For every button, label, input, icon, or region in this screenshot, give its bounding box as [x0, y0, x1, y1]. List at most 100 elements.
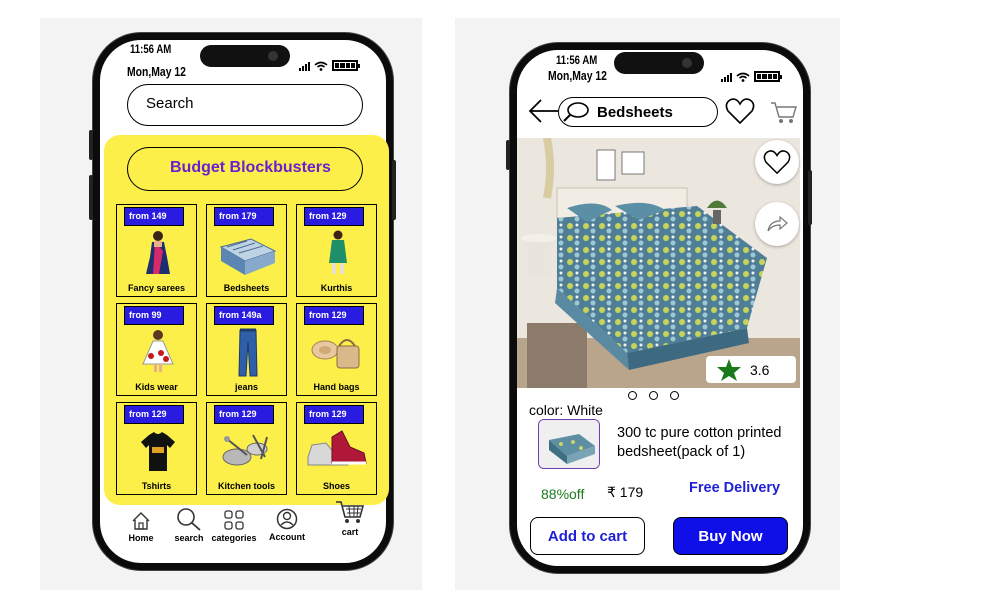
category-label: Kitchen tools [217, 481, 275, 491]
add-to-cart-button[interactable]: Add to cart [530, 517, 645, 555]
status-time: 11:56 AM [130, 42, 172, 56]
color-label: color: White [529, 402, 603, 418]
price-tag: from 99 [124, 306, 184, 325]
search-icon [563, 100, 593, 129]
nav-label: Home [128, 533, 154, 543]
heart-icon [763, 150, 791, 175]
battery-icon [332, 60, 360, 71]
wifi-icon [314, 61, 328, 71]
kitchen-tools-icon [217, 427, 277, 473]
status-time: 11:56 AM [556, 53, 598, 67]
section-title-pill: Budget Blockbusters [127, 147, 363, 191]
product-price: ₹ 179 [607, 484, 644, 500]
price-tag: from 179 [214, 207, 274, 226]
category-label: Fancy sarees [127, 283, 186, 293]
phone-side-button [89, 130, 93, 160]
categories-icon [209, 507, 259, 531]
category-tile-tshirts[interactable]: from 129 Tshirts [116, 402, 197, 495]
signal-icon [299, 62, 310, 71]
phone-side-button [506, 140, 510, 170]
wishlist-button[interactable] [755, 140, 799, 184]
jeans-icon [227, 328, 269, 377]
nav-label: Account [269, 532, 305, 542]
phone-side-button [392, 160, 396, 220]
category-tile-jeans[interactable]: from 149a jeans [206, 303, 287, 396]
cart-icon[interactable] [770, 100, 798, 129]
star-icon [717, 358, 741, 381]
section-title: Budget Blockbusters [170, 159, 331, 176]
price-tag: from 129 [214, 405, 274, 424]
product-search-input[interactable]: Bedsheets [558, 97, 718, 127]
search-icon [164, 507, 214, 531]
category-tile-shoes[interactable]: from 129 Shoes [296, 402, 377, 495]
product-image[interactable] [517, 138, 800, 388]
price-tag: from 149a [214, 306, 274, 325]
wishlist-heart-icon[interactable] [725, 97, 755, 130]
nav-categories[interactable]: categories [209, 507, 259, 543]
price-tag: from 129 [304, 306, 364, 325]
nav-label: categories [211, 533, 257, 543]
category-label: Kids wear [135, 382, 178, 392]
kurthi-woman-icon [317, 229, 359, 275]
price-tag: from 149 [124, 207, 184, 226]
nav-search[interactable]: search [164, 507, 214, 543]
saree-woman-icon [137, 229, 179, 275]
bedsheet-icon [217, 229, 277, 275]
shoe-icon [302, 427, 372, 473]
nav-label: search [174, 533, 204, 543]
price-tag: from 129 [124, 405, 184, 424]
category-label: Shoes [322, 481, 350, 491]
buy-now-button[interactable]: Buy Now [673, 517, 788, 555]
dynamic-island [614, 52, 704, 74]
nav-label: cart [341, 527, 359, 537]
search-query: Bedsheets [597, 104, 673, 121]
wifi-icon [736, 72, 750, 82]
phone-side-button [89, 175, 93, 220]
category-label: jeans [234, 382, 258, 392]
category-label: Kurthis [320, 283, 353, 293]
cart-icon [325, 501, 375, 525]
category-label: Tshirts [141, 481, 172, 491]
status-date: Mon,May 12 [127, 64, 186, 79]
status-date: Mon,May 12 [548, 68, 607, 83]
share-button[interactable] [755, 202, 799, 246]
price-tag: from 129 [304, 207, 364, 226]
image-carousel-dots[interactable] [628, 391, 679, 400]
search-input[interactable]: Search [127, 84, 363, 126]
category-tile-fancy-sarees[interactable]: from 149 Fancy sarees [116, 204, 197, 297]
category-tile-kurthis[interactable]: from 129 Kurthis [296, 204, 377, 297]
carousel-dot[interactable] [670, 391, 679, 400]
product-description: 300 tc pure cotton printed bedsheet(pack… [617, 425, 782, 460]
price-tag: from 129 [304, 405, 364, 424]
handbag-icon [307, 328, 367, 374]
free-delivery-text: Free Delivery [689, 480, 781, 496]
back-arrow-icon[interactable] [527, 98, 559, 124]
signal-icon [721, 73, 732, 82]
carousel-dot[interactable] [649, 391, 658, 400]
category-label: Hand bags [313, 382, 360, 392]
rating-badge: 3.6 [706, 356, 796, 383]
search-placeholder: Search [146, 95, 194, 112]
rating-value: 3.6 [750, 361, 770, 378]
category-tile-kids-wear[interactable]: from 99 Kids wear [116, 303, 197, 396]
color-variant-thumbnail[interactable] [538, 419, 600, 469]
tshirt-icon [137, 427, 179, 473]
kids-dress-icon [137, 328, 179, 374]
status-icons [299, 60, 360, 71]
category-tile-bedsheets[interactable]: from 179 Bedsheets [206, 204, 287, 297]
nav-account[interactable]: Account [262, 506, 312, 542]
home-icon [116, 507, 166, 531]
nav-cart[interactable]: cart [325, 501, 375, 537]
nav-home[interactable]: Home [116, 507, 166, 543]
phone-side-button [808, 170, 812, 225]
account-icon [262, 506, 312, 530]
battery-icon [754, 71, 782, 82]
dynamic-island [200, 45, 290, 67]
category-label: Bedsheets [223, 283, 270, 293]
carousel-dot[interactable] [628, 391, 637, 400]
category-tile-kitchen-tools[interactable]: from 129 Kitchen tools [206, 402, 287, 495]
category-tile-hand-bags[interactable]: from 129 Hand bags [296, 303, 377, 396]
discount-text: 88%off [541, 486, 585, 502]
status-icons [721, 71, 782, 82]
share-icon [767, 215, 788, 232]
